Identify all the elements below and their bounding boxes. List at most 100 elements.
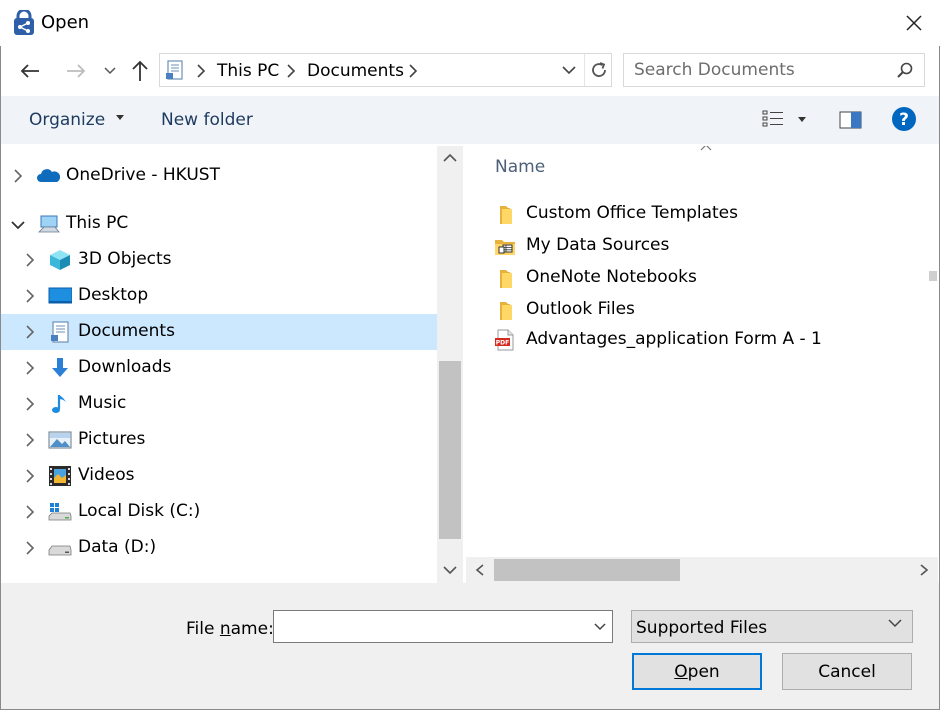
search-box[interactable] [623,53,925,87]
nav-item-data-d[interactable]: Data (D:) [1,530,437,566]
cancel-button[interactable]: Cancel [782,653,912,690]
view-details-icon[interactable] [762,110,784,128]
chevron-right-icon[interactable] [24,541,36,555]
nav-item-pictures[interactable]: Pictures [1,422,437,458]
file-name-dropdown-button[interactable] [588,611,612,642]
up-arrow-icon [132,60,148,81]
nav-label: Local Disk (C:) [78,501,201,521]
file-name-label-accel: n [219,619,231,639]
nav-label: Pictures [78,429,146,449]
organize-button[interactable]: Organize [29,110,125,130]
nav-label: This PC [66,213,129,233]
new-folder-button[interactable]: New folder [161,110,253,130]
file-name-label-prefix: File [186,619,220,639]
nav-label: Downloads [78,357,172,377]
nav-item-3d-objects[interactable]: 3D Objects [1,242,437,278]
file-row-outlook-files[interactable]: Outlook Files [491,296,911,326]
file-row-custom-office-templates[interactable]: Custom Office Templates [491,200,911,230]
chevron-right-icon [197,64,206,78]
file-name-input[interactable] [275,612,575,641]
scroll-right-icon[interactable] [918,563,930,577]
chevron-right-icon[interactable] [24,505,36,519]
organize-label: Organize [29,110,106,130]
scrollbar-thumb[interactable] [494,559,680,581]
nav-item-local-disk-c[interactable]: Local Disk (C:) [1,494,437,530]
chevron-right-icon[interactable] [24,361,36,375]
file-row-my-data-sources[interactable]: My Data Sources [491,232,911,262]
file-name: Advantages_application Form A - 1 [526,329,822,349]
back-button[interactable] [14,55,46,87]
navigation-pane-scrollbar[interactable] [437,146,463,583]
folder-icon [500,206,512,224]
file-list-scrollbar-edge [926,146,938,557]
file-row-onenote-notebooks[interactable]: OneNote Notebooks [491,264,911,294]
scroll-up-icon[interactable] [442,152,458,164]
forward-arrow-icon [67,64,86,78]
close-button[interactable] [896,6,932,40]
file-type-filter[interactable]: Supported Files [631,610,913,643]
chevron-right-icon[interactable] [24,397,36,411]
title-bar: Open [0,0,940,46]
file-row-advantages-application-form[interactable]: PDF Advantages_application Form A - 1 [491,326,911,356]
nav-item-videos[interactable]: Videos [1,458,437,494]
command-bar: Organize New folder ? [1,96,939,144]
chevron-down-icon [104,67,116,75]
chevron-right-icon[interactable] [24,325,36,339]
file-name-label: File name: [186,619,274,639]
view-options-caret-icon[interactable] [797,116,807,124]
refresh-button[interactable] [584,54,612,86]
search-icon [897,62,913,78]
chevron-right-icon[interactable] [24,253,36,267]
downloads-icon [52,358,68,377]
nav-label: Data (D:) [78,537,157,557]
refresh-icon [591,62,606,77]
address-bar[interactable]: This PC Documents [159,53,612,87]
this-pc-icon [38,215,60,233]
local-disk-icon [48,503,72,521]
help-icon[interactable]: ? [891,106,917,132]
chevron-right-icon[interactable] [24,289,36,303]
open-button-rest: pen [687,661,720,682]
search-input[interactable] [625,55,887,85]
onedrive-cloud-icon [37,169,60,182]
up-button[interactable] [127,55,153,87]
sort-ascending-icon [700,146,712,151]
breadcrumb-documents[interactable]: Documents [307,61,404,81]
file-name-combobox[interactable] [273,610,613,643]
chevron-right-icon [409,64,418,78]
svg-text:?: ? [899,110,909,130]
nav-item-music[interactable]: Music [1,386,437,422]
chevron-down-icon [562,65,576,74]
nav-label: Documents [78,321,175,341]
recent-locations-button[interactable] [100,55,120,87]
desktop-icon [48,287,72,304]
nav-item-documents[interactable]: Documents [1,314,437,350]
scroll-left-icon[interactable] [474,563,486,577]
nav-label: Desktop [78,285,149,305]
scroll-down-icon[interactable] [442,564,458,576]
open-button[interactable]: Open [632,653,762,690]
documents-icon [166,60,183,80]
column-header-name[interactable]: Name [495,157,545,177]
scrollbar-thumb[interactable] [439,361,461,539]
file-name: My Data Sources [526,235,670,255]
address-history-dropdown[interactable] [556,54,582,86]
chevron-right-icon[interactable] [12,169,24,183]
videos-icon [49,466,71,486]
breadcrumb-this-pc[interactable]: This PC [217,61,279,81]
pictures-icon [48,431,72,449]
chevron-right-icon[interactable] [24,469,36,483]
chevron-down-icon [594,622,606,630]
nav-item-desktop[interactable]: Desktop [1,278,437,314]
dialog-footer [1,583,939,709]
chevron-down-icon[interactable] [11,219,25,231]
nav-item-this-pc[interactable]: This PC [1,206,437,242]
chevron-right-icon[interactable] [24,433,36,447]
file-list-horizontal-scrollbar[interactable] [466,557,938,583]
nav-item-downloads[interactable]: Downloads [1,350,437,386]
nav-item-onedrive[interactable]: OneDrive - HKUST [1,158,437,194]
forward-button[interactable] [60,55,92,87]
file-type-filter-value: Supported Files [636,618,768,638]
file-name: Outlook Files [526,299,635,319]
preview-pane-icon[interactable] [839,110,863,130]
